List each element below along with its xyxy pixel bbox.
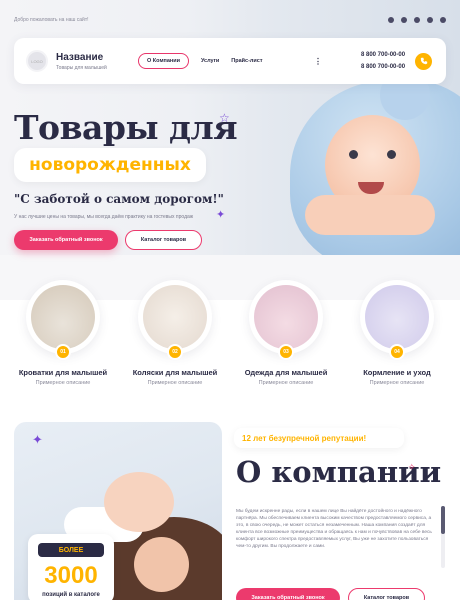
sparkle-icon: ✦ bbox=[32, 432, 43, 447]
hero-photo-eye bbox=[387, 150, 396, 159]
youtube-icon[interactable] bbox=[401, 17, 407, 23]
catalog-counter: БОЛЕЕ 3000 позиций в каталоге bbox=[28, 534, 114, 600]
category-subtitle: Примерное описание bbox=[258, 380, 314, 386]
phone-icon bbox=[420, 57, 427, 65]
vk-icon[interactable] bbox=[388, 17, 394, 23]
callback-button[interactable]: Заказать обратный звонок bbox=[236, 588, 340, 600]
ok-icon[interactable] bbox=[414, 17, 420, 23]
crib-image bbox=[31, 285, 95, 349]
hero-slogan: "С заботой о самом дорогом!" bbox=[14, 192, 224, 206]
counter-number: 3000 bbox=[44, 562, 98, 589]
logo-text: LOGO bbox=[31, 58, 43, 64]
logo[interactable]: LOGO bbox=[26, 50, 48, 72]
category-subtitle: Примерное описание bbox=[147, 380, 203, 386]
hero-photo-eye bbox=[349, 150, 358, 159]
social-links bbox=[388, 17, 446, 23]
category-title: Коляски для малышей bbox=[132, 368, 218, 377]
clothes-image bbox=[254, 285, 318, 349]
category-card[interactable]: 01 Кроватки для малышей Примерное описан… bbox=[8, 280, 118, 386]
counter-badge: БОЛЕЕ bbox=[38, 543, 104, 557]
brand-subtitle: Товары для малышей bbox=[56, 64, 107, 71]
more-menu-icon[interactable]: ⋮ bbox=[314, 57, 322, 66]
categories: 01 Кроватки для малышей Примерное описан… bbox=[0, 272, 460, 392]
phones: 8 800 700-00-00 8 800 700-00-00 bbox=[361, 49, 405, 73]
hero-title-line2: новорожденных bbox=[29, 155, 191, 175]
category-image-frame: 04 bbox=[360, 280, 434, 360]
hero-photo-arm bbox=[305, 195, 435, 235]
catalog-button[interactable]: Каталог товаров bbox=[125, 230, 202, 250]
topbar: Добро пожаловать на наш сайт! bbox=[14, 14, 446, 26]
star-icon: ☆ bbox=[219, 111, 230, 125]
sparkle-icon: ✧ bbox=[408, 462, 416, 472]
catalog-button[interactable]: Каталог товаров bbox=[348, 588, 425, 600]
nav-item-about[interactable]: О Компании bbox=[138, 53, 189, 69]
category-image-frame: 02 bbox=[138, 280, 212, 360]
category-subtitle: Примерное описание bbox=[369, 380, 425, 386]
category-image-frame: 03 bbox=[249, 280, 323, 360]
hero-description: У нас лучшие цены на товары, мы всегда д… bbox=[14, 214, 194, 220]
feeding-image bbox=[365, 285, 429, 349]
welcome-text: Добро пожаловать на наш сайт! bbox=[14, 17, 89, 23]
header: LOGO Название Товары для малышей О Компа… bbox=[14, 38, 446, 84]
about-photo-baby-head bbox=[104, 472, 174, 532]
category-card[interactable]: 03 Одежда для малышей Примерное описание bbox=[231, 280, 341, 386]
category-number: 01 bbox=[55, 344, 71, 360]
category-title: Кроватки для малышей bbox=[18, 368, 108, 377]
telegram-icon[interactable] bbox=[440, 17, 446, 23]
main-nav: О Компании Услуги Прайс-лист bbox=[138, 53, 263, 69]
phone-number[interactable]: 8 800 700-00-00 bbox=[361, 49, 405, 61]
category-title: Кормление и уход bbox=[363, 368, 431, 377]
category-card[interactable]: 04 Кормление и уход Примерное описание bbox=[342, 280, 452, 386]
about-text-scrollbar[interactable] bbox=[441, 506, 445, 568]
category-subtitle: Примерное описание bbox=[35, 380, 91, 386]
hero-title: Товары для bbox=[14, 108, 238, 147]
hero-title-highlight: новорожденных bbox=[14, 148, 206, 182]
category-title: Одежда для малышей bbox=[244, 368, 328, 377]
nav-item-prices[interactable]: Прайс-лист bbox=[231, 58, 262, 64]
category-image-frame: 01 bbox=[26, 280, 100, 360]
about-text: Мы будем искренне рады, если в нашем лиц… bbox=[236, 509, 432, 549]
sparkle-icon: ✦ bbox=[216, 209, 226, 221]
category-number: 03 bbox=[278, 344, 294, 360]
skype-icon[interactable] bbox=[427, 17, 433, 23]
category-number: 04 bbox=[389, 344, 405, 360]
category-card[interactable]: 02 Коляски для малышей Примерное описани… bbox=[120, 280, 230, 386]
brand-name: Название bbox=[56, 51, 104, 63]
scrollbar-thumb[interactable] bbox=[441, 506, 445, 534]
nav-item-services[interactable]: Услуги bbox=[201, 58, 219, 64]
about-photo-mother-face bbox=[134, 537, 189, 592]
call-button[interactable] bbox=[415, 52, 432, 70]
brand: Название Товары для малышей bbox=[56, 52, 107, 71]
counter-label: позиций в каталоге bbox=[42, 592, 100, 598]
phone-number[interactable]: 8 800 700-00-00 bbox=[361, 61, 405, 73]
category-number: 02 bbox=[167, 344, 183, 360]
callback-button[interactable]: Заказать обратный звонок bbox=[14, 230, 118, 250]
stroller-image bbox=[143, 285, 207, 349]
reputation-badge: 12 лет безупречной репутации! bbox=[234, 428, 404, 448]
